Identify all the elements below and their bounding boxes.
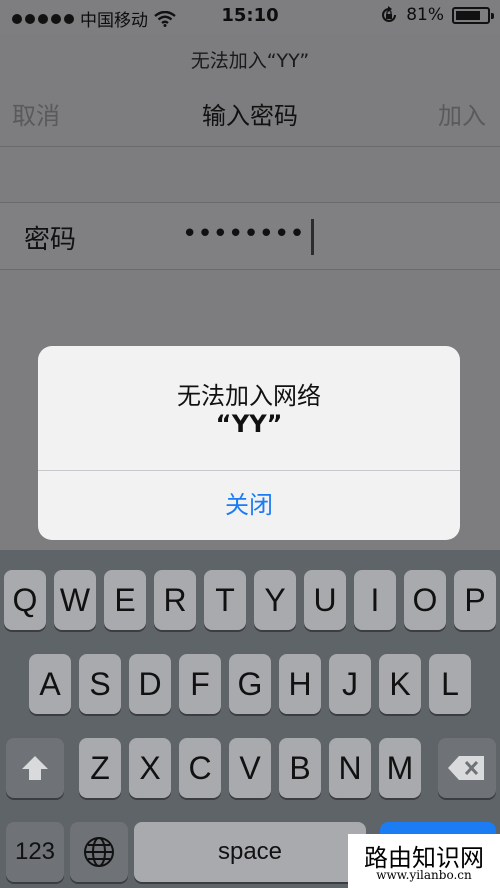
key-s[interactable]: S (79, 654, 121, 714)
text-cursor (311, 219, 314, 255)
key-o[interactable]: O (404, 570, 446, 630)
key-i[interactable]: I (354, 570, 396, 630)
error-alert: 无法加入网络 “YY” 关闭 (38, 346, 460, 540)
key-f[interactable]: F (179, 654, 221, 714)
numbers-key[interactable]: 123 (6, 822, 64, 882)
status-right: 81% (380, 5, 494, 25)
delete-icon (448, 756, 484, 780)
network-prompt: 无法加入“YY” (190, 50, 310, 72)
key-v[interactable]: V (229, 738, 271, 798)
battery-icon (452, 6, 494, 24)
key-t[interactable]: T (204, 570, 246, 630)
shift-icon (22, 756, 48, 780)
delete-key[interactable] (438, 738, 496, 798)
watermark-url: www.yilanbo.cn (376, 868, 472, 882)
watermark: 路由知识网 www.yilanbo.cn (348, 834, 500, 888)
close-button[interactable]: 关闭 (38, 471, 460, 540)
key-p[interactable]: P (454, 570, 496, 630)
page-title: 输入密码 (202, 102, 298, 130)
battery-percent: 81% (406, 5, 444, 25)
key-b[interactable]: B (279, 738, 321, 798)
password-row[interactable]: 密码 •••••••• (0, 202, 500, 270)
key-l[interactable]: L (429, 654, 471, 714)
nav-bar: 取消 输入密码 加入 (0, 82, 500, 147)
rotation-lock-icon (382, 6, 397, 22)
key-q[interactable]: Q (4, 570, 46, 630)
password-label: 密码 (24, 225, 77, 255)
alert-title: 无法加入网络 (177, 382, 321, 410)
shift-key[interactable] (6, 738, 64, 798)
alert-network-name: “YY” (215, 410, 283, 438)
key-n[interactable]: N (329, 738, 371, 798)
key-z[interactable]: Z (79, 738, 121, 798)
key-x[interactable]: X (129, 738, 171, 798)
key-e[interactable]: E (104, 570, 146, 630)
join-network-screen: 中国移动 15:10 81% 无法加入“YY” 取消 输入密码 加入 密码 ••… (0, 0, 500, 888)
space-key[interactable]: space (134, 822, 366, 882)
status-bar: 中国移动 15:10 81% (0, 0, 500, 34)
key-w[interactable]: W (54, 570, 96, 630)
key-r[interactable]: R (154, 570, 196, 630)
globe-icon (84, 837, 114, 867)
key-h[interactable]: H (279, 654, 321, 714)
key-a[interactable]: A (29, 654, 71, 714)
password-field[interactable]: •••••••• (182, 219, 305, 249)
key-j[interactable]: J (329, 654, 371, 714)
join-button[interactable]: 加入 (438, 96, 486, 131)
key-c[interactable]: C (179, 738, 221, 798)
globe-key[interactable] (70, 822, 128, 882)
key-k[interactable]: K (379, 654, 421, 714)
key-y[interactable]: Y (254, 570, 296, 630)
key-g[interactable]: G (229, 654, 271, 714)
key-m[interactable]: M (379, 738, 421, 798)
key-u[interactable]: U (304, 570, 346, 630)
key-d[interactable]: D (129, 654, 171, 714)
